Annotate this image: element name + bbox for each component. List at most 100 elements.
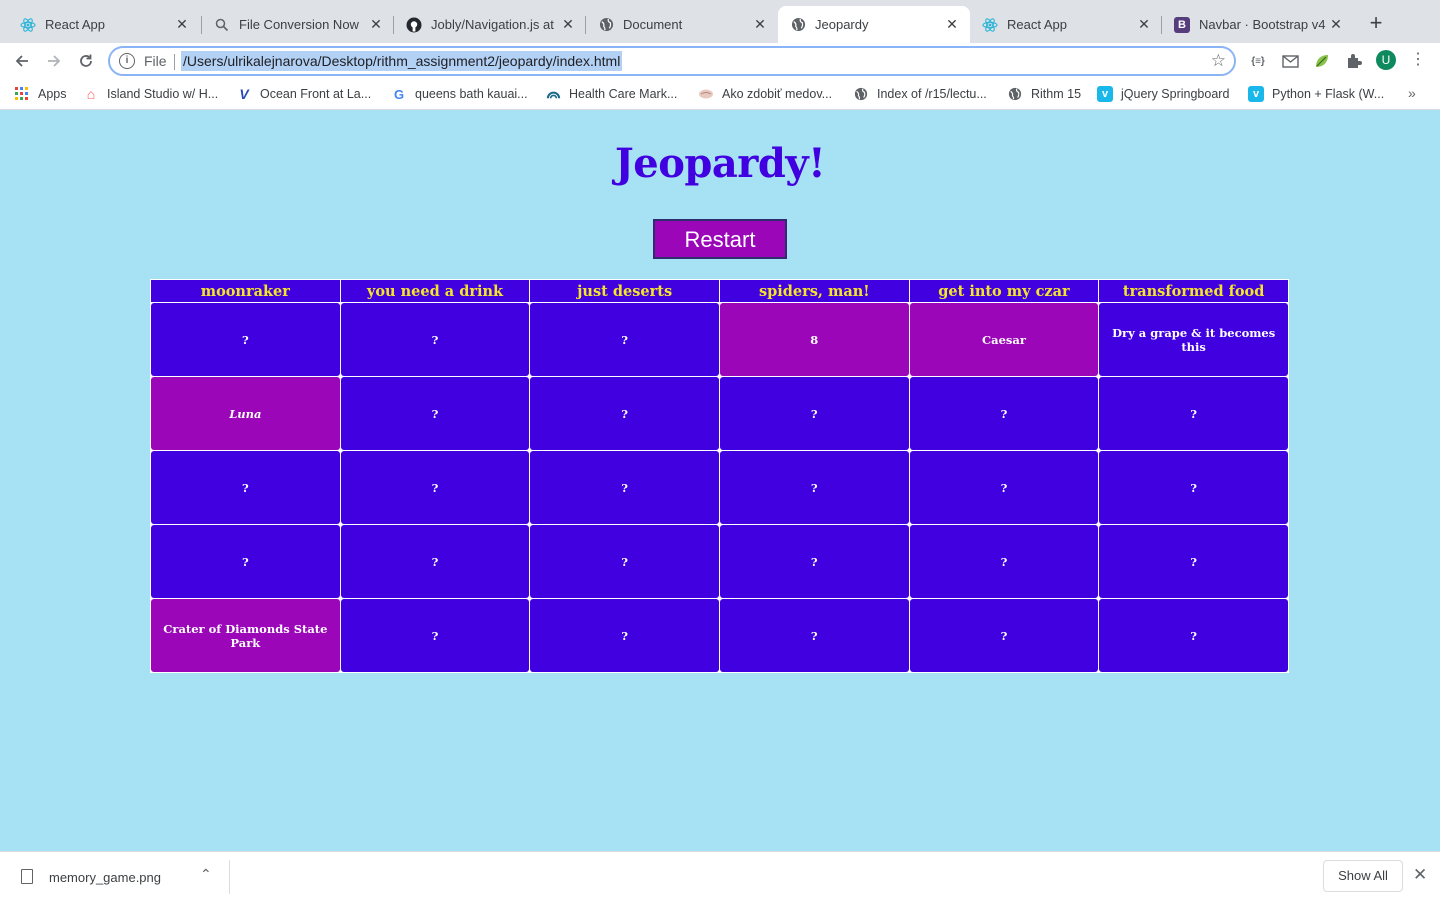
download-divider <box>229 860 230 894</box>
tab-label: React App <box>1007 17 1067 32</box>
clue-cell[interactable]: ? <box>530 377 719 450</box>
bookmark-jquery-springboard[interactable]: v jQuery Springboard <box>1097 85 1229 103</box>
vimeo-icon: v <box>1248 86 1264 102</box>
tab-react-app-2[interactable]: React App ✕ <box>970 6 1162 43</box>
bookmark-ako-zdobit[interactable]: Ako zdobiť medov... <box>698 85 832 103</box>
bookmark-queens-bath[interactable]: G queens bath kauai... <box>391 85 528 103</box>
clue-cell[interactable]: ? <box>1099 377 1288 450</box>
profile-avatar[interactable]: U <box>1376 50 1396 70</box>
clue-cell[interactable]: ? <box>719 377 909 450</box>
clue-cell[interactable]: ? <box>719 451 909 524</box>
category-header: just deserts <box>530 280 719 302</box>
clue-cell[interactable]: 8 <box>719 303 909 376</box>
bookmark-label: Python + Flask (W... <box>1272 87 1385 101</box>
clue-cell[interactable]: ? <box>151 525 340 598</box>
bookmark-ocean-front[interactable]: V Ocean Front at La... <box>236 85 371 103</box>
airbnb-icon: ⌂ <box>86 86 96 102</box>
download-file-name[interactable]: memory_game.png <box>49 870 161 885</box>
clue-cell[interactable]: ? <box>340 525 530 598</box>
clue-row: Crater of Diamonds State Park ? ? ? ? ? <box>151 599 1288 672</box>
close-icon[interactable]: ✕ <box>1328 16 1344 33</box>
clue-cell[interactable]: ? <box>719 599 909 672</box>
address-bar[interactable]: i File /Users/ulrikalejnarova/Desktop/ri… <box>108 46 1236 76</box>
clue-cell[interactable]: ? <box>719 525 909 598</box>
omnibox-divider <box>174 54 175 70</box>
chevron-up-icon[interactable]: ⌃ <box>200 866 212 883</box>
globe-icon <box>853 86 869 102</box>
category-header: get into my czar <box>909 280 1099 302</box>
clue-cell[interactable]: ? <box>1099 525 1288 598</box>
close-icon[interactable]: ✕ <box>174 16 190 33</box>
forward-button[interactable] <box>42 49 66 73</box>
tab-bootstrap-navbar[interactable]: B Navbar · Bootstrap v4 ✕ <box>1162 6 1354 43</box>
clue-cell[interactable]: Dry a grape & it becomes this <box>1099 303 1288 376</box>
clue-cell[interactable]: ? <box>530 525 719 598</box>
clue-cell[interactable]: ? <box>340 451 530 524</box>
clue-row: ? ? ? ? ? ? <box>151 525 1288 598</box>
bookmark-rithm-15[interactable]: Rithm 15 <box>1007 85 1081 103</box>
reload-button[interactable] <box>74 49 98 73</box>
clue-cell[interactable]: Luna <box>151 377 340 450</box>
chevron-more-icon[interactable]: » <box>1408 85 1416 101</box>
info-icon[interactable]: i <box>119 53 135 69</box>
close-icon[interactable]: ✕ <box>368 16 384 33</box>
bookmark-label: Apps <box>38 87 67 101</box>
category-row: moonraker you need a drink just deserts … <box>151 280 1288 302</box>
clue-cell[interactable]: ? <box>151 303 340 376</box>
clue-cell[interactable]: ? <box>1099 451 1288 524</box>
close-icon[interactable]: ✕ <box>944 16 960 33</box>
restart-button[interactable]: Restart <box>653 219 787 259</box>
tab-jeopardy[interactable]: Jeopardy ✕ <box>778 6 970 43</box>
clue-cell[interactable]: ? <box>340 377 530 450</box>
bookmark-apps[interactable]: Apps <box>14 85 67 103</box>
clue-cell[interactable]: ? <box>909 599 1099 672</box>
leaf-extension-icon[interactable] <box>1312 51 1332 71</box>
bookmark-health-care[interactable]: Health Care Mark... <box>545 85 677 103</box>
json-viewer-extension-icon[interactable]: {≡} <box>1248 51 1268 71</box>
close-icon[interactable]: ✕ <box>1413 865 1427 885</box>
bookmark-label: Ocean Front at La... <box>260 87 372 101</box>
bootstrap-icon: B <box>1174 16 1190 33</box>
bookmark-island-studio[interactable]: ⌂ Island Studio w/ H... <box>83 85 218 103</box>
new-tab-button[interactable]: + <box>1364 12 1388 36</box>
back-button[interactable] <box>10 49 34 73</box>
close-icon[interactable]: ✕ <box>1136 16 1152 33</box>
clue-cell[interactable]: ? <box>340 303 530 376</box>
clue-cell[interactable]: ? <box>151 451 340 524</box>
bookmark-index-r15[interactable]: Index of /r15/lectu... <box>853 85 987 103</box>
tab-github-jobly[interactable]: Jobly/Navigation.js at ✕ <box>394 6 586 43</box>
clue-cell[interactable]: ? <box>909 451 1099 524</box>
bookmark-python-flask[interactable]: v Python + Flask (W... <box>1248 85 1384 103</box>
tab-document[interactable]: Document ✕ <box>586 6 778 43</box>
tab-react-app-1[interactable]: React App ✕ <box>8 6 200 43</box>
show-all-button[interactable]: Show All <box>1323 860 1403 892</box>
clue-cell[interactable]: ? <box>530 599 719 672</box>
file-icon <box>21 869 33 884</box>
close-icon[interactable]: ✕ <box>560 16 576 33</box>
clue-cell[interactable]: ? <box>530 303 719 376</box>
tab-label: File Conversion Now <box>239 17 359 32</box>
puzzle-extensions-icon[interactable] <box>1344 51 1364 71</box>
clue-cell[interactable]: ? <box>909 377 1099 450</box>
close-icon[interactable]: ✕ <box>752 16 768 33</box>
bookmark-label: Island Studio w/ H... <box>107 87 219 101</box>
google-icon: G <box>393 86 405 102</box>
clue-cell[interactable]: ? <box>1099 599 1288 672</box>
url-text[interactable]: /Users/ulrikalejnarova/Desktop/rithm_ass… <box>181 51 623 71</box>
mail-extension-icon[interactable] <box>1280 51 1300 71</box>
clue-row: ? ? ? 8 Caesar Dry a grape & it becomes … <box>151 303 1288 376</box>
clue-cell[interactable]: ? <box>530 451 719 524</box>
clue-cell[interactable]: ? <box>909 525 1099 598</box>
bookmark-star-icon[interactable]: ☆ <box>1211 51 1226 71</box>
clue-cell[interactable]: ? <box>340 599 530 672</box>
tab-label: React App <box>45 17 105 32</box>
tab-file-conversion[interactable]: File Conversion Now ✕ <box>202 6 394 43</box>
clue-row: ? ? ? ? ? ? <box>151 451 1288 524</box>
tab-label: Jobly/Navigation.js at <box>431 17 554 32</box>
globe-icon <box>598 17 614 33</box>
menu-kebab-icon[interactable]: ⋮ <box>1410 50 1426 70</box>
react-icon <box>982 17 998 33</box>
cookie-icon <box>698 86 714 102</box>
clue-cell[interactable]: Crater of Diamonds State Park <box>151 599 340 672</box>
clue-cell[interactable]: Caesar <box>909 303 1099 376</box>
